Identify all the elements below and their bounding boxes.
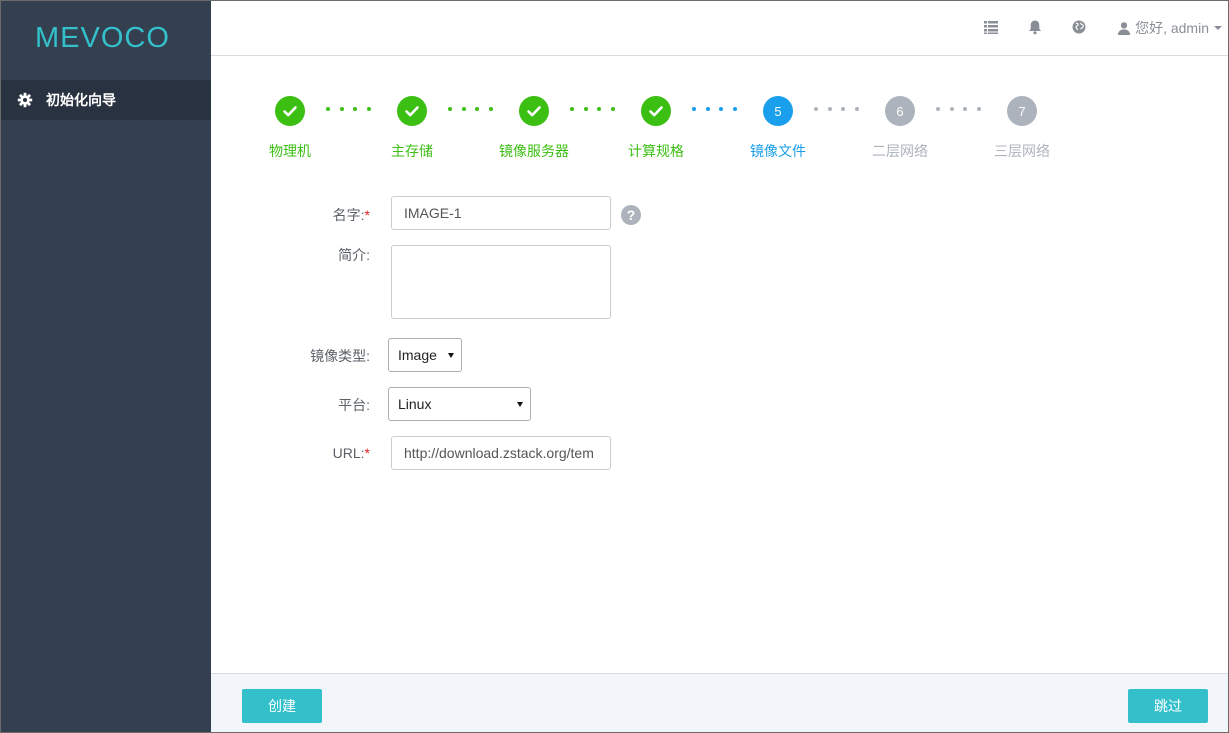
step-4-check-icon	[641, 96, 671, 126]
platform-label: 平台:	[338, 397, 370, 413]
bell-icon[interactable]	[1027, 19, 1043, 35]
sidebar: MEVOCO 初始化向导	[1, 1, 211, 732]
step-6-label: 二层网络	[872, 143, 928, 159]
platform-value: Linux	[398, 396, 432, 412]
step-5-circle: 5	[763, 96, 793, 126]
dropdown-arrow-icon	[517, 402, 523, 407]
logo-text: MEVOCO	[35, 22, 170, 53]
required-mark: *	[364, 207, 370, 223]
list-icon[interactable]	[983, 19, 999, 35]
create-button[interactable]: 创建	[242, 689, 322, 723]
user-icon	[1117, 22, 1131, 35]
step-connector	[692, 107, 746, 111]
step-2-check-icon	[397, 96, 427, 126]
skip-button[interactable]: 跳过	[1128, 689, 1208, 723]
help-icon[interactable]: ?	[621, 205, 641, 225]
step-7-label: 三层网络	[994, 143, 1050, 159]
user-menu[interactable]: 您好, admin	[1117, 18, 1222, 38]
description-label: 简介:	[338, 247, 370, 263]
url-label: URL:*	[332, 445, 370, 461]
name-input[interactable]: IMAGE-1	[391, 196, 611, 230]
step-2-label: 主存储	[391, 143, 433, 159]
step-6-circle: 6	[885, 96, 915, 126]
chevron-down-icon	[1214, 26, 1222, 30]
step-7-circle: 7	[1007, 96, 1037, 126]
step-5-label: 镜像文件	[750, 143, 806, 159]
sidebar-item-label: 初始化向导	[46, 92, 116, 108]
image-type-label: 镜像类型:	[310, 348, 370, 364]
step-1-check-icon	[275, 96, 305, 126]
required-mark: *	[364, 445, 370, 461]
app-window: MEVOCO 初始化向导 您好, admin 物理机 主存储 镜像服务器 计算规…	[0, 0, 1229, 733]
step-1-label: 物理机	[269, 143, 311, 159]
image-type-select[interactable]: Image	[388, 338, 462, 372]
step-3-check-icon	[519, 96, 549, 126]
footer-bar	[211, 673, 1228, 732]
name-label: 名字:*	[332, 207, 370, 223]
user-greeting: 您好, admin	[1135, 20, 1209, 36]
dropdown-arrow-icon	[448, 353, 454, 358]
step-connector	[814, 107, 868, 111]
platform-select[interactable]: Linux	[388, 387, 531, 421]
step-connector	[448, 107, 502, 111]
step-connector	[570, 107, 624, 111]
mevoco-logo: MEVOCO	[35, 22, 170, 53]
step-4-label: 计算规格	[628, 143, 684, 159]
step-3-label: 镜像服务器	[499, 143, 569, 159]
step-connector	[326, 107, 380, 111]
sidebar-item-init-wizard[interactable]: 初始化向导	[1, 80, 211, 120]
url-input[interactable]: http://download.zstack.org/tem	[391, 436, 611, 470]
globe-icon[interactable]	[1071, 19, 1087, 35]
step-connector	[936, 107, 990, 111]
top-header: 您好, admin	[211, 1, 1228, 56]
image-type-value: Image	[398, 347, 437, 363]
gear-icon	[17, 92, 33, 108]
description-textarea[interactable]	[391, 245, 611, 319]
